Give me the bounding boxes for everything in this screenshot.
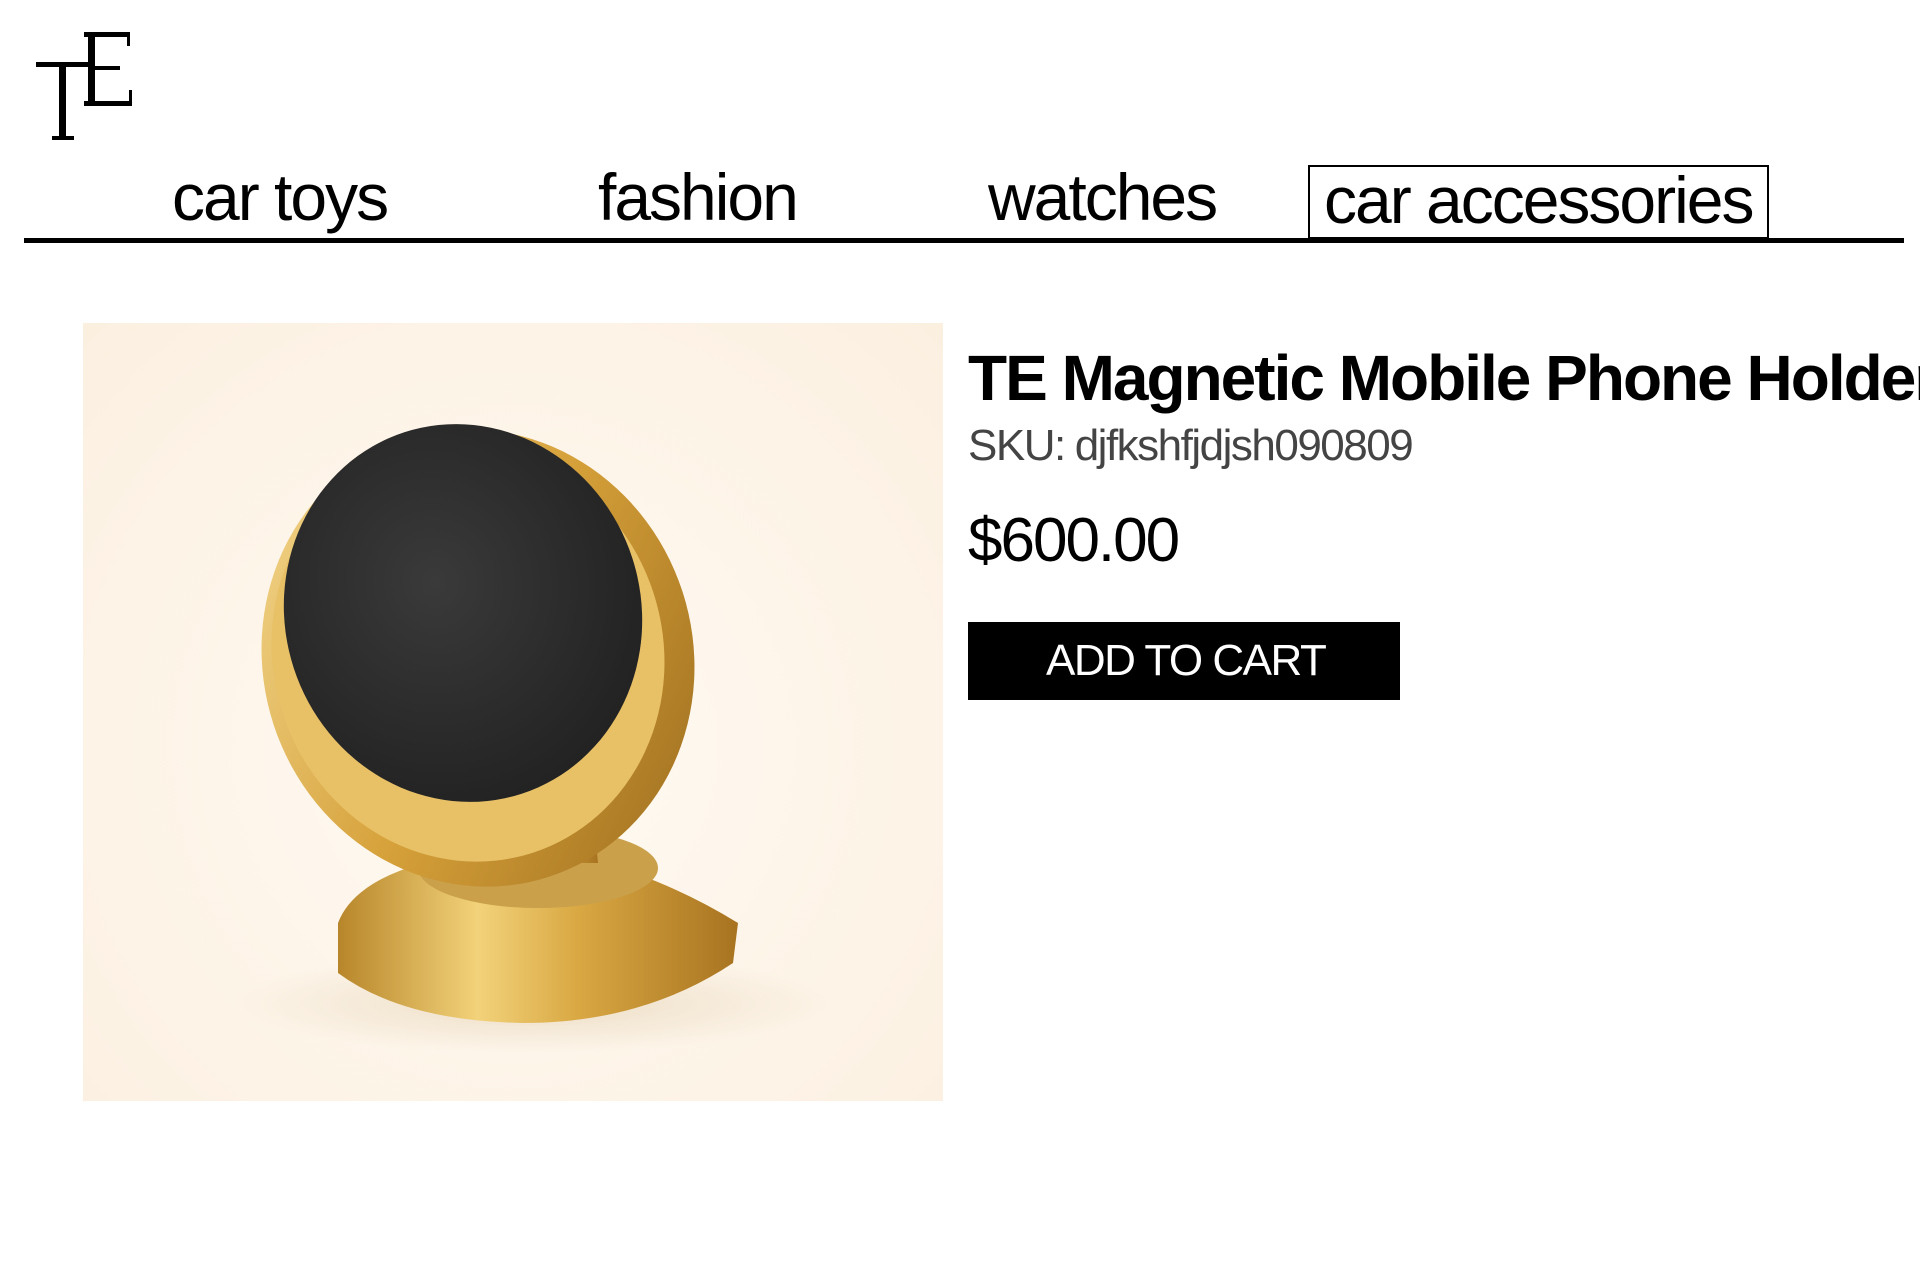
- nav-item-car-accessories[interactable]: car accessories: [1308, 165, 1769, 239]
- nav-item-car-toys[interactable]: car toys: [172, 164, 389, 230]
- magnetic-phone-holder-image: [233, 424, 833, 1053]
- add-to-cart-button[interactable]: ADD TO CART: [968, 622, 1400, 700]
- category-nav: car toys fashion watches car accessories: [24, 160, 1904, 243]
- nav-item-fashion[interactable]: fashion: [598, 164, 799, 230]
- nav-item-watches[interactable]: watches: [988, 164, 1218, 230]
- sku-value: djfkshfjdjsh090809: [1074, 421, 1414, 470]
- sku-label: SKU:: [968, 421, 1066, 470]
- product-price: $600.00: [968, 506, 1180, 575]
- te-logo-icon: [36, 32, 132, 140]
- product-title: TE Magnetic Mobile Phone Holder: [968, 342, 1920, 414]
- product-info: TE Magnetic Mobile Phone Holder SKU: djfk…: [968, 340, 1920, 700]
- product-image: [83, 323, 943, 1101]
- product-sku: SKU: djfkshfjdjsh090809: [968, 420, 1888, 472]
- brand-logo[interactable]: [30, 28, 140, 146]
